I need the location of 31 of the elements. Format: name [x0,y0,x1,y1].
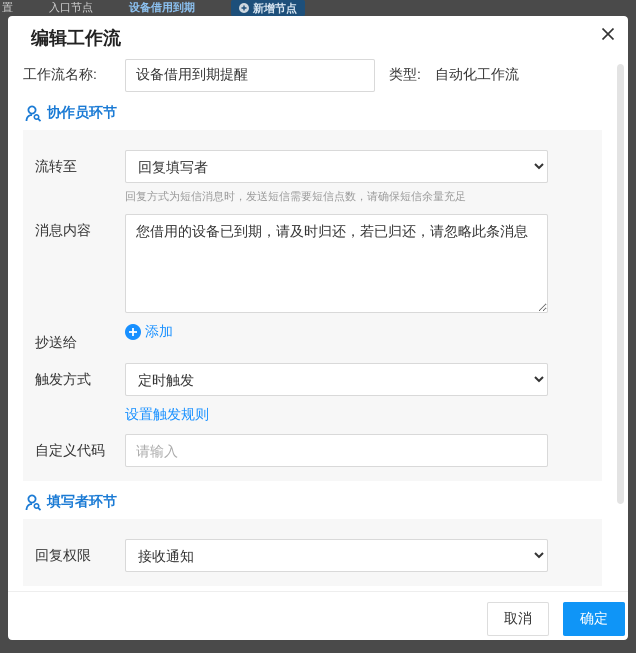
cancel-button[interactable]: 取消 [487,602,549,636]
select-field[interactable]: 回复填写者 [125,150,548,183]
field-label: 工作流名称: [23,66,98,84]
user-search-icon [25,104,42,122]
field-label: 触发方式 [35,370,92,389]
field-label: 自定义代码 [35,441,106,460]
scrollbar[interactable] [617,64,624,504]
type-label: 类型: [389,66,422,84]
backdrop-tab[interactable]: 入口节点 [49,0,93,16]
section-title: 填写者环节 [47,493,117,511]
close-button[interactable] [600,26,616,42]
hint-text: 回复方式为短信消息时，发送短信需要短信点数，请确保短信余量充足 [125,190,467,204]
field-label: 抄送给 [35,333,78,352]
user-search-icon [25,494,42,510]
code-field[interactable]: 请输入 [125,434,548,467]
plus-circle-icon [125,324,141,340]
field-label: 回复权限 [35,546,92,565]
plus-icon [239,3,249,13]
backdrop-tab[interactable]: 设备借用到期 [129,0,195,16]
section-title: 协作员环节 [47,104,117,122]
name-field[interactable]: 设备借用到期提醒 [125,58,375,92]
backdrop-tab[interactable]: 置 [2,0,13,16]
message-field[interactable]: 您借用的设备已到期，请及时归还，若已归还，请忽略此条消息 [125,214,548,313]
select-field[interactable]: 定时触发 [125,363,548,396]
add-node-button[interactable]: 新增节点 [231,0,305,16]
dialog-title: 编辑工作流 [31,27,121,50]
field-label: 消息内容 [35,221,92,240]
select-field[interactable]: 接收通知 [125,539,548,572]
close-icon [601,27,615,41]
field-label: 流转至 [35,157,78,176]
type-value: 自动化工作流 [435,66,519,84]
